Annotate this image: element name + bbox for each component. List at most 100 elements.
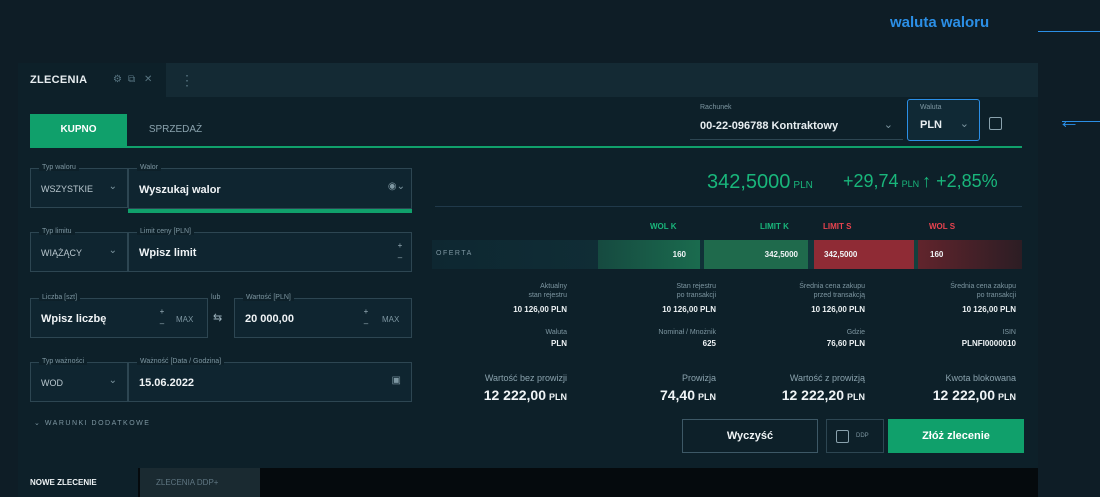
search-focus-underline bbox=[128, 209, 412, 213]
account-select[interactable]: Rachunek 00-22-096788 Kontraktowy ⌄ bbox=[690, 100, 903, 140]
quantity-input[interactable]: Liczba [szt] Wpisz liczbę + – MAX bbox=[30, 294, 208, 338]
side-underline bbox=[30, 146, 1022, 148]
popout-icon[interactable]: ⧉ bbox=[128, 74, 135, 85]
price-change-abs: +29,74 bbox=[843, 171, 899, 191]
divider bbox=[435, 206, 1022, 207]
header-ask-limit: LIMIT S bbox=[823, 222, 852, 231]
submit-order-button[interactable]: Złóż zlecenie bbox=[888, 419, 1024, 453]
stat-label: ISIN bbox=[1002, 329, 1016, 336]
total-unit: PLN bbox=[698, 392, 716, 402]
tab-orders-title: ZLECENIA bbox=[30, 74, 88, 86]
total-label: Prowizja bbox=[681, 373, 716, 383]
swap-icon[interactable]: ⇆ bbox=[213, 311, 222, 324]
instrument-type-value: WSZYSTKIE bbox=[41, 184, 94, 194]
account-value: 00-22-096788 Kontraktowy bbox=[700, 120, 839, 132]
checkbox-icon[interactable] bbox=[836, 430, 849, 443]
stat-value: 10 126,00 PLN bbox=[962, 305, 1016, 314]
add-tab-icon[interactable]: ⋮ bbox=[180, 72, 194, 89]
or-label: lub bbox=[211, 294, 221, 301]
ddp-checkbox[interactable]: DDP bbox=[826, 419, 884, 453]
currency-label: Waluta bbox=[920, 104, 942, 111]
instrument-search-input[interactable]: Walor Wyszukaj walor ◉⌄ bbox=[128, 164, 412, 209]
validity-type-select[interactable]: Typ ważności WOD ⌄ bbox=[30, 358, 128, 402]
validity-date-label: Ważność [Data / Godzina] bbox=[137, 358, 225, 365]
total-amount: 12 222,20 bbox=[781, 387, 844, 403]
stat-value: 76,60 PLN bbox=[826, 339, 865, 348]
value-max-button[interactable]: MAX bbox=[382, 315, 399, 324]
validity-type-value: WOD bbox=[41, 378, 63, 388]
stepper-down-icon[interactable]: – bbox=[157, 319, 167, 329]
stat-label: Gdzie bbox=[846, 329, 865, 336]
tab-new-order[interactable]: NOWE ZLECENIE bbox=[18, 468, 138, 497]
stepper-up-icon[interactable]: + bbox=[395, 241, 405, 251]
limit-price-placeholder: Wpisz limit bbox=[139, 247, 197, 259]
total-value: 12 222,20 PLN bbox=[782, 387, 865, 403]
gear-icon[interactable]: ⚙ bbox=[113, 74, 122, 85]
stat-value: 10 126,00 PLN bbox=[811, 305, 865, 314]
sell-tab[interactable]: SPRZEDAŻ bbox=[127, 114, 224, 146]
bid-limit-cell[interactable]: 342,5000 bbox=[704, 240, 808, 269]
total-unit: PLN bbox=[549, 392, 567, 402]
instrument-label: Walor bbox=[137, 164, 162, 171]
stepper-up-icon[interactable]: + bbox=[361, 307, 371, 317]
instrument-type-select[interactable]: Typ waloru WSZYSTKIE ⌄ bbox=[30, 164, 128, 208]
stepper-up-icon[interactable]: + bbox=[157, 307, 167, 317]
account-label: Rachunek bbox=[700, 104, 732, 111]
panel-tab-bar bbox=[18, 63, 1038, 97]
stepper-down-icon[interactable]: – bbox=[395, 253, 405, 263]
chevron-down-icon: ⌄ bbox=[959, 118, 969, 130]
calculator-icon[interactable] bbox=[989, 117, 1002, 130]
limit-price-input[interactable]: Limit ceny [PLN] Wpisz limit + – bbox=[128, 228, 412, 272]
bid-volume-cell[interactable]: 160 bbox=[598, 240, 700, 269]
ask-limit-cell[interactable]: 342,5000 bbox=[814, 240, 914, 269]
annotation-arrow-icon: ← bbox=[1058, 108, 1100, 133]
currency-select[interactable]: Waluta PLN ⌄ bbox=[907, 99, 980, 141]
stat-label: Stan rejestru po transakcji bbox=[676, 283, 716, 299]
validity-date-value: 15.06.2022 bbox=[139, 377, 195, 389]
ddp-label: DDP bbox=[856, 433, 869, 439]
clear-button[interactable]: Wyczyść bbox=[682, 419, 818, 453]
instrument-placeholder: Wyszukaj walor bbox=[139, 184, 221, 196]
value-label: Wartość [PLN] bbox=[243, 294, 294, 301]
total-amount: 74,40 bbox=[659, 387, 695, 403]
globe-icon[interactable]: ◉⌄ bbox=[388, 181, 405, 192]
value-input[interactable]: Wartość [PLN] 20 000,00 + – MAX bbox=[234, 294, 412, 338]
total-value: 74,40 PLN bbox=[660, 387, 716, 403]
stat-label: Średnia cena zakupu po transakcji bbox=[950, 283, 1016, 299]
chevron-down-icon: ⌄ bbox=[108, 181, 117, 192]
total-label: Wartość z prowizją bbox=[789, 373, 865, 383]
limit-type-value: WIĄŻĄCY bbox=[41, 248, 83, 258]
stat-value: 10 126,00 PLN bbox=[662, 305, 716, 314]
close-icon[interactable]: ✕ bbox=[144, 74, 152, 85]
stat-value: PLNFI0000010 bbox=[961, 339, 1016, 348]
extra-conditions-toggle[interactable]: ⌄ WARUNKI DODATKOWE bbox=[34, 419, 150, 427]
validity-date-input[interactable]: Ważność [Data / Godzina] 15.06.2022 ▣ bbox=[128, 358, 412, 402]
calendar-icon[interactable]: ▣ bbox=[392, 375, 401, 386]
quantity-max-button[interactable]: MAX bbox=[176, 315, 193, 324]
offer-row-label: OFERTA bbox=[436, 250, 473, 257]
stat-label: Nominał / Mnożnik bbox=[658, 329, 716, 336]
header-bid-volume: WOL K bbox=[650, 222, 677, 231]
chevron-down-icon: ⌄ bbox=[883, 119, 893, 131]
total-value: 12 222,00 PLN bbox=[484, 387, 567, 403]
chevron-down-icon: ⌄ bbox=[34, 420, 45, 427]
value-amount: 20 000,00 bbox=[245, 313, 294, 325]
buy-tab[interactable]: KUPNO bbox=[30, 114, 127, 146]
ask-volume-cell[interactable]: 160 bbox=[918, 240, 1022, 269]
header-bid-limit: LIMIT K bbox=[760, 222, 789, 231]
chevron-down-icon: ⌄ bbox=[108, 375, 117, 386]
header-ask-volume: WOL S bbox=[929, 222, 956, 231]
price-change: +29,74 PLN ↑ +2,85% bbox=[843, 171, 998, 192]
instrument-type-label: Typ waloru bbox=[39, 164, 79, 171]
limit-price-label: Limit ceny [PLN] bbox=[137, 228, 194, 235]
last-price-value: 342,5000 bbox=[707, 171, 791, 193]
arrow-up-icon: ↑ bbox=[922, 171, 937, 191]
tab-orders[interactable]: ZLECENIA ⚙ ⧉ ✕ bbox=[18, 63, 166, 97]
limit-type-select[interactable]: Typ limitu WIĄŻĄCY ⌄ bbox=[30, 228, 128, 272]
stat-value: 625 bbox=[702, 339, 716, 348]
stat-value: PLN bbox=[551, 339, 567, 348]
total-label: Kwota blokowana bbox=[945, 373, 1016, 383]
stepper-down-icon[interactable]: – bbox=[361, 319, 371, 329]
tab-ddp-orders[interactable]: ZLECENIA DDP+ bbox=[140, 468, 260, 497]
total-amount: 12 222,00 bbox=[483, 387, 546, 403]
